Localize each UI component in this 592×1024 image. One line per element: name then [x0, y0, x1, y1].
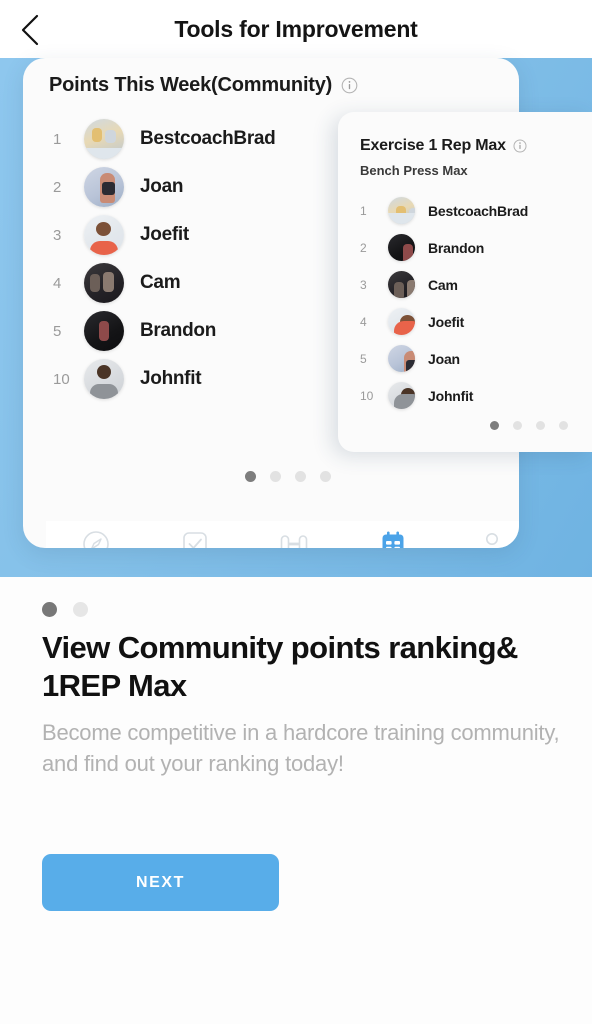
- leaderboard-row[interactable]: 4 Joefit: [360, 303, 592, 340]
- pagination-dot[interactable]: [42, 602, 57, 617]
- next-button[interactable]: NEXT: [42, 854, 279, 911]
- rank-label: 5: [360, 351, 367, 366]
- tab-profile[interactable]: Profile: [443, 529, 519, 548]
- pagination-dot[interactable]: [559, 421, 568, 430]
- info-circle-icon[interactable]: [341, 77, 358, 94]
- rank-label: 2: [360, 240, 367, 255]
- pagination-dot[interactable]: [73, 602, 88, 617]
- leaderboard-row[interactable]: 10 Johnfit: [47, 355, 377, 403]
- avatar: [84, 119, 124, 159]
- user-name: Joefit: [140, 224, 189, 245]
- user-name: Cam: [428, 276, 458, 293]
- rank-label: 3: [53, 226, 62, 244]
- check-square-icon: [182, 532, 207, 548]
- pagination-dot[interactable]: [536, 421, 545, 430]
- leaderboard-row[interactable]: 1 BestcoachBrad: [360, 192, 592, 229]
- leaderboard-row[interactable]: 10 Johnfit: [360, 377, 592, 414]
- onboarding-pagination[interactable]: [42, 602, 88, 617]
- points-card-header: Points This Week(Community): [49, 74, 358, 97]
- pagination-dot[interactable]: [320, 471, 331, 482]
- leaderboard-row[interactable]: 3 Cam: [360, 266, 592, 303]
- leaderboard-row[interactable]: 3 Joefit: [47, 211, 377, 259]
- tab-discover[interactable]: Discover: [46, 529, 145, 548]
- chevron-left-icon: [21, 14, 39, 46]
- rank-label: 4: [53, 274, 62, 292]
- pagination-dot[interactable]: [513, 421, 522, 430]
- rank-label: 1: [360, 203, 367, 218]
- tab-progress[interactable]: Progress: [344, 529, 443, 548]
- pagination-dot[interactable]: [270, 471, 281, 482]
- community-leaderboard: 1 BestcoachBrad 2 Joan 3 Joefit 4 Cam 5: [47, 115, 377, 403]
- user-name: Cam: [140, 272, 181, 293]
- user-name: Johnfit: [140, 368, 202, 389]
- app-header: Tools for Improvement: [0, 0, 592, 58]
- pagination-dot[interactable]: [245, 471, 256, 482]
- compass-icon: [82, 531, 109, 548]
- avatar: [388, 345, 415, 372]
- leaderboard-row[interactable]: 1 BestcoachBrad: [47, 115, 377, 163]
- user-name: Brandon: [428, 239, 485, 256]
- rank-label: 2: [53, 178, 62, 196]
- user-name: BestcoachBrad: [140, 128, 276, 149]
- back-button[interactable]: [8, 8, 52, 52]
- tab-exercises[interactable]: Exercises: [244, 529, 343, 548]
- onboarding-content: View Community points ranking& 1REP Max …: [0, 577, 592, 1024]
- leaderboard-row[interactable]: 2 Joan: [47, 163, 377, 211]
- user-name: Johnfit: [428, 387, 474, 404]
- rep-max-card-pagination[interactable]: [490, 421, 568, 430]
- avatar: [84, 263, 124, 303]
- pagination-dot[interactable]: [295, 471, 306, 482]
- onboarding-headline: View Community points ranking& 1REP Max: [42, 630, 518, 703]
- onboarding-subtext: Become competitive in a hardcore trainin…: [42, 720, 560, 777]
- avatar: [84, 359, 124, 399]
- rank-label: 5: [53, 322, 62, 340]
- leaderboard-row[interactable]: 2 Brandon: [360, 229, 592, 266]
- avatar: [388, 382, 415, 409]
- rank-label: 3: [360, 277, 367, 292]
- rank-label: 4: [360, 314, 367, 329]
- rank-label: 1: [53, 130, 62, 148]
- user-name: BestcoachBrad: [428, 202, 529, 219]
- avatar: [388, 308, 415, 335]
- rank-label: 10: [360, 388, 374, 403]
- user-name: Joan: [140, 176, 184, 197]
- rep-max-title: Exercise 1 Rep Max: [360, 137, 506, 154]
- rep-max-preview-card: Exercise 1 Rep Max Bench Press Max 1 Bes…: [338, 112, 592, 452]
- info-circle-icon[interactable]: [513, 139, 527, 153]
- user-name: Brandon: [140, 320, 217, 341]
- rep-max-subtitle: Bench Press Max: [360, 163, 468, 178]
- avatar: [388, 197, 415, 224]
- leaderboard-row[interactable]: 4 Cam: [47, 259, 377, 307]
- onboarding-screen: Tools for Improvement Points This Week(C…: [0, 0, 592, 1024]
- page-title: Tools for Improvement: [174, 15, 418, 42]
- user-name: Joan: [428, 350, 460, 367]
- app-tabbar: Discover Workout Exercises: [46, 521, 519, 548]
- avatar: [388, 234, 415, 261]
- leaderboard-row[interactable]: 5 Brandon: [47, 307, 377, 355]
- tab-workout[interactable]: Workout: [145, 529, 244, 548]
- avatar: [388, 271, 415, 298]
- avatar: [84, 311, 124, 351]
- avatar: [84, 167, 124, 207]
- dumbbell-icon: [280, 535, 308, 548]
- person-icon: [486, 533, 499, 545]
- pagination-dot[interactable]: [490, 421, 499, 430]
- rep-max-card-header: Exercise 1 Rep Max: [360, 137, 527, 155]
- rank-label: 10: [53, 370, 70, 388]
- points-card-title: Points This Week(Community): [49, 74, 333, 96]
- avatar: [84, 215, 124, 255]
- user-name: Joefit: [428, 313, 465, 330]
- rep-max-leaderboard: 1 BestcoachBrad 2 Brandon 3 Cam 4 Joefit…: [360, 192, 592, 414]
- community-card-pagination[interactable]: [245, 471, 331, 482]
- calendar-icon: [382, 531, 404, 548]
- leaderboard-row[interactable]: 5 Joan: [360, 340, 592, 377]
